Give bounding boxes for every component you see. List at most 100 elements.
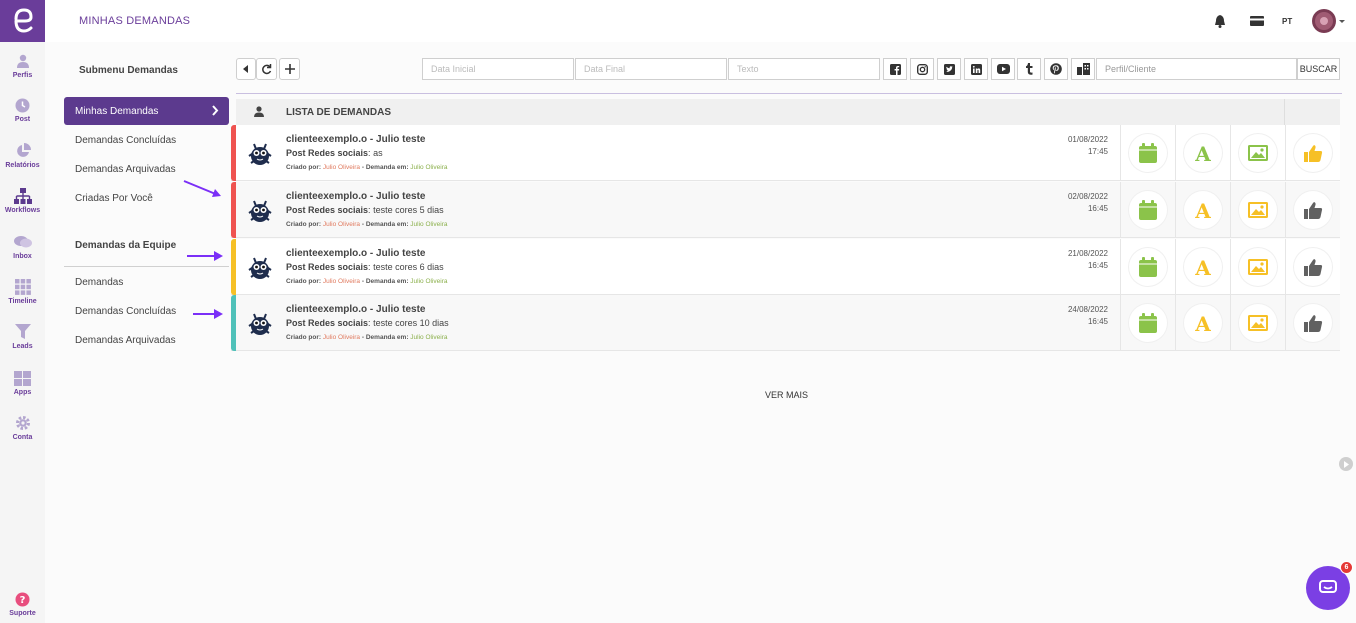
- demand-row[interactable]: clienteexemplo.o - Julio teste Post Rede…: [231, 125, 1340, 181]
- add-button[interactable]: [279, 58, 300, 80]
- app-logo[interactable]: [0, 0, 45, 42]
- schedule-action[interactable]: [1120, 182, 1175, 238]
- status-color-bar: [231, 182, 236, 238]
- demand-row[interactable]: clienteexemplo.o - Julio teste Post Rede…: [231, 182, 1340, 238]
- plus-icon: [284, 64, 295, 74]
- end-date-input[interactable]: Data Final: [575, 58, 727, 80]
- chat-icon: [1319, 580, 1337, 593]
- facebook-filter-button[interactable]: [883, 58, 907, 80]
- clock-icon: [14, 96, 32, 114]
- pinterest-icon: [1050, 63, 1062, 75]
- rail-item-relatorios[interactable]: Relatórios: [0, 142, 45, 169]
- rail-label: Apps: [13, 389, 32, 396]
- tumblr-filter-button[interactable]: [1017, 58, 1041, 80]
- demand-title[interactable]: clienteexemplo.o - Julio teste: [286, 134, 425, 145]
- demand-description: Post Redes sociais: teste cores 10 dias: [286, 318, 449, 328]
- thumbs-up-icon: [1303, 314, 1322, 332]
- svg-text:A: A: [1194, 314, 1211, 332]
- see-more-link[interactable]: VER MAIS: [765, 390, 808, 400]
- building-icon: [1076, 63, 1090, 75]
- rail-item-perfis[interactable]: Perfis: [0, 52, 45, 79]
- status-color-bar: [231, 239, 236, 295]
- submenu-item-minhas-demandas[interactable]: Minhas Demandas: [64, 97, 229, 125]
- text-action[interactable]: A: [1175, 125, 1230, 181]
- client-avatar-icon: [247, 141, 273, 172]
- rail-label: Timeline: [8, 298, 37, 305]
- credit-card-icon[interactable]: [1250, 0, 1264, 42]
- image-action[interactable]: [1230, 125, 1285, 181]
- profile-client-input[interactable]: Perfil/Cliente: [1096, 58, 1297, 80]
- image-action[interactable]: [1230, 239, 1285, 295]
- demand-title[interactable]: clienteexemplo.o - Julio teste: [286, 248, 425, 259]
- rail-item-leads[interactable]: Leads: [0, 323, 45, 350]
- demand-row[interactable]: clienteexemplo.o - Julio teste Post Rede…: [231, 295, 1340, 351]
- rail-item-workflows[interactable]: Workflows: [0, 187, 45, 214]
- collapse-button[interactable]: [236, 58, 256, 80]
- rail-item-apps[interactable]: Apps: [0, 369, 45, 396]
- text-action[interactable]: A: [1175, 239, 1230, 295]
- annotation-arrow-icon: [183, 180, 221, 197]
- rail-item-inbox[interactable]: Inbox: [0, 233, 45, 260]
- avatar[interactable]: [1312, 0, 1346, 42]
- image-icon: [1248, 259, 1268, 275]
- bell-icon[interactable]: [1214, 0, 1226, 42]
- client-avatar-icon: [247, 311, 273, 342]
- rail-item-suporte[interactable]: ? Suporte: [0, 590, 45, 617]
- demand-row[interactable]: clienteexemplo.o - Julio teste Post Rede…: [231, 239, 1340, 295]
- created-by-label: Criado por:: [286, 221, 322, 228]
- chat-bubbles-icon: [13, 233, 32, 251]
- pinterest-filter-button[interactable]: [1044, 58, 1068, 80]
- status-color-bar: [231, 295, 236, 351]
- language-selector[interactable]: PT: [1282, 0, 1292, 42]
- search-button[interactable]: BUSCAR: [1297, 58, 1340, 80]
- demand-title[interactable]: clienteexemplo.o - Julio teste: [286, 191, 425, 202]
- youtube-filter-button[interactable]: [991, 58, 1015, 80]
- demand-time: 16:45: [1087, 261, 1108, 270]
- demand-meta: Criado por: Julio Oliveira - Demanda em:…: [286, 164, 448, 171]
- approve-action[interactable]: [1285, 295, 1340, 351]
- rail-item-post[interactable]: Post: [0, 96, 45, 123]
- pie-chart-icon: [14, 142, 32, 160]
- text-action[interactable]: A: [1175, 295, 1230, 351]
- demand-desc-text: teste cores 5 dias: [373, 205, 444, 215]
- image-action[interactable]: [1230, 295, 1285, 351]
- refresh-icon: [262, 63, 272, 74]
- profile-filter-button[interactable]: [1071, 58, 1095, 80]
- refresh-button[interactable]: [256, 58, 277, 80]
- approve-action[interactable]: [1285, 125, 1340, 181]
- demand-desc-text: teste cores 10 dias: [373, 318, 449, 328]
- team-item-demandas-arquivadas[interactable]: Demandas Arquivadas: [64, 326, 229, 354]
- schedule-action[interactable]: [1120, 125, 1175, 181]
- rail-item-timeline[interactable]: Timeline: [0, 278, 45, 305]
- twitter-filter-button[interactable]: [937, 58, 961, 80]
- demand-type: Post Redes sociais: [286, 318, 369, 328]
- schedule-action[interactable]: [1120, 295, 1175, 351]
- demand-meta: Criado por: Julio Oliveira - Demanda em:…: [286, 221, 448, 228]
- instagram-filter-button[interactable]: [910, 58, 934, 80]
- submenu-item-label: Minhas Demandas: [75, 105, 159, 117]
- demand-datetime: 02/08/2022 16:45: [1068, 191, 1108, 215]
- schedule-action[interactable]: [1120, 239, 1175, 295]
- team-item-demandas[interactable]: Demandas: [64, 268, 229, 296]
- caret-left-icon: [243, 65, 248, 73]
- image-action[interactable]: [1230, 182, 1285, 238]
- rail-label: Conta: [12, 434, 33, 441]
- rail-label: Post: [14, 116, 31, 123]
- demand-title[interactable]: clienteexemplo.o - Julio teste: [286, 304, 425, 315]
- page-title: MINHAS DEMANDAS: [79, 15, 191, 27]
- text-action[interactable]: A: [1175, 182, 1230, 238]
- chevron-right-icon: [211, 105, 219, 119]
- text-search-input[interactable]: Texto: [728, 58, 880, 80]
- svg-text:A: A: [1194, 201, 1211, 219]
- start-date-input[interactable]: Data Inicial: [422, 58, 574, 80]
- submenu-item-demandas-concluidas[interactable]: Demandas Concluídas: [64, 126, 229, 154]
- side-panel-toggle[interactable]: [1339, 457, 1353, 471]
- image-icon: [1248, 145, 1268, 161]
- rail-label: Workflows: [4, 207, 41, 214]
- demand-in-value: Julio Oliveira: [410, 278, 448, 285]
- linkedin-filter-button[interactable]: [964, 58, 988, 80]
- gear-icon: [14, 414, 32, 432]
- approve-action[interactable]: [1285, 182, 1340, 238]
- approve-action[interactable]: [1285, 239, 1340, 295]
- rail-item-conta[interactable]: Conta: [0, 414, 45, 441]
